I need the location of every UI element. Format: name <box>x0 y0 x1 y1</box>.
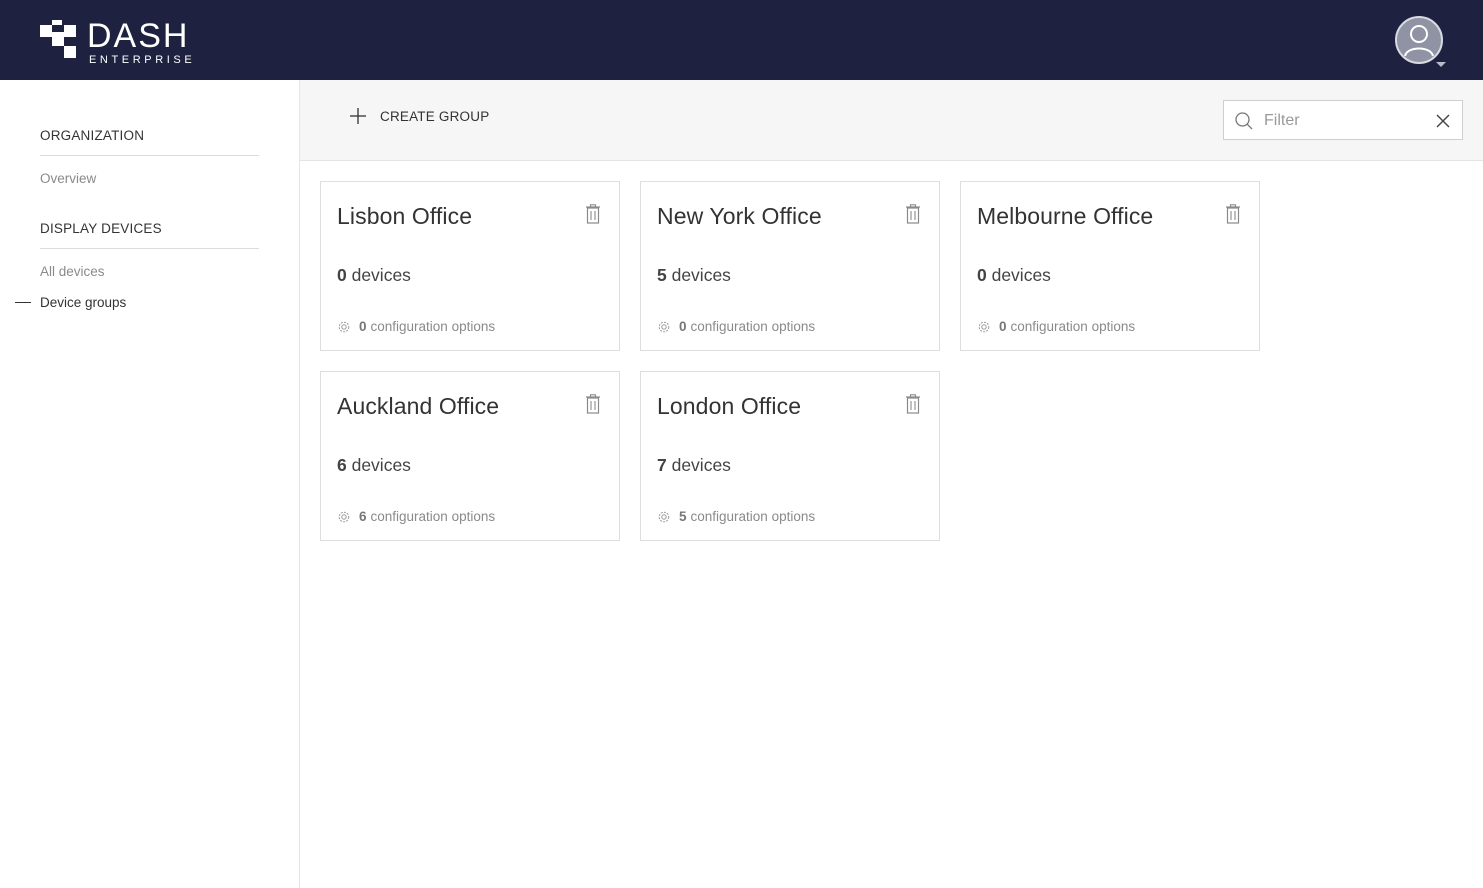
device-count-unit: devices <box>346 265 411 285</box>
config-count-value: 6 <box>359 509 367 524</box>
gear-icon <box>658 321 670 332</box>
device-count-unit: devices <box>986 265 1051 285</box>
group-card[interactable]: Melbourne Office 0 devices 0 configuratio… <box>960 181 1260 351</box>
group-card[interactable]: New York Office 5 devices 0 configuration… <box>640 181 940 351</box>
sidebar-item-all-devices[interactable]: All devices <box>40 264 105 279</box>
group-name: Melbourne Office <box>977 203 1154 229</box>
device-count-value: 0 <box>977 265 987 285</box>
filter-input[interactable] <box>1264 109 1424 133</box>
dash-enterprise-logo[interactable]: DASH ENTERPRISE <box>40 17 196 66</box>
top-header: DASH ENTERPRISE <box>0 0 1483 80</box>
create-group-label: CREATE GROUP <box>380 108 490 124</box>
config-count-value: 5 <box>679 509 687 524</box>
device-count-unit: devices <box>666 455 731 475</box>
config-options: 5 configuration options <box>657 509 815 524</box>
config-count-value: 0 <box>359 319 367 334</box>
trash-icon[interactable] <box>585 394 601 414</box>
group-name: New York Office <box>657 203 822 229</box>
trash-icon[interactable] <box>905 394 921 414</box>
device-count: 0 devices <box>977 265 1051 286</box>
config-options: 6 configuration options <box>337 509 495 524</box>
device-count-value: 6 <box>337 455 347 475</box>
active-indicator <box>15 302 31 303</box>
config-count-value: 0 <box>679 319 687 334</box>
device-count: 6 devices <box>337 455 411 476</box>
logo-title: DASH <box>87 17 190 55</box>
device-count-value: 0 <box>337 265 347 285</box>
gear-icon <box>658 511 670 522</box>
device-count-unit: devices <box>666 265 731 285</box>
sidebar: ORGANIZATION Overview DISPLAY DEVICES Al… <box>0 80 300 888</box>
config-options: 0 configuration options <box>977 319 1135 334</box>
group-name: Lisbon Office <box>337 203 473 229</box>
config-count-unit: configuration options <box>1010 319 1136 334</box>
search-icon <box>1235 112 1253 130</box>
device-count: 5 devices <box>657 265 731 286</box>
logo-subtitle: ENTERPRISE <box>89 54 196 66</box>
sidebar-section-display-devices: DISPLAY DEVICES <box>40 221 259 249</box>
create-group-button[interactable]: CREATE GROUP <box>348 106 489 126</box>
device-count-unit: devices <box>346 455 411 475</box>
sidebar-item-overview[interactable]: Overview <box>40 171 96 186</box>
logo-mark-icon <box>40 20 76 58</box>
config-count-value: 0 <box>999 319 1007 334</box>
chevron-down-icon[interactable] <box>1436 62 1446 67</box>
group-name: Auckland Office <box>337 393 500 419</box>
trash-icon[interactable] <box>1225 204 1241 224</box>
config-count-unit: configuration options <box>690 509 816 524</box>
group-card[interactable]: London Office 7 devices 5 configuration o… <box>640 371 940 541</box>
filter-box <box>1223 100 1463 140</box>
device-count-value: 5 <box>657 265 667 285</box>
sidebar-item-device-groups[interactable]: Device groups <box>40 295 126 310</box>
config-options: 0 configuration options <box>657 319 815 334</box>
trash-icon[interactable] <box>585 204 601 224</box>
plus-icon <box>350 108 366 124</box>
toolbar: CREATE GROUP <box>300 80 1483 161</box>
trash-icon[interactable] <box>905 204 921 224</box>
config-count-unit: configuration options <box>690 319 816 334</box>
group-card[interactable]: Lisbon Office 0 devices 0 configuration o… <box>320 181 620 351</box>
device-count: 7 devices <box>657 455 731 476</box>
gear-icon <box>978 321 990 332</box>
close-icon[interactable] <box>1435 113 1451 129</box>
group-name: London Office <box>657 393 802 419</box>
user-avatar[interactable] <box>1395 16 1443 64</box>
config-count-unit: configuration options <box>370 509 496 524</box>
device-count-value: 7 <box>657 455 667 475</box>
config-count-unit: configuration options <box>370 319 496 334</box>
gear-icon <box>338 321 350 332</box>
config-options: 0 configuration options <box>337 319 495 334</box>
sidebar-section-organization: ORGANIZATION <box>40 128 259 156</box>
device-count: 0 devices <box>337 265 411 286</box>
user-icon <box>1404 25 1434 57</box>
gear-icon <box>338 511 350 522</box>
group-card[interactable]: Auckland Office 6 devices 6 configuration… <box>320 371 620 541</box>
